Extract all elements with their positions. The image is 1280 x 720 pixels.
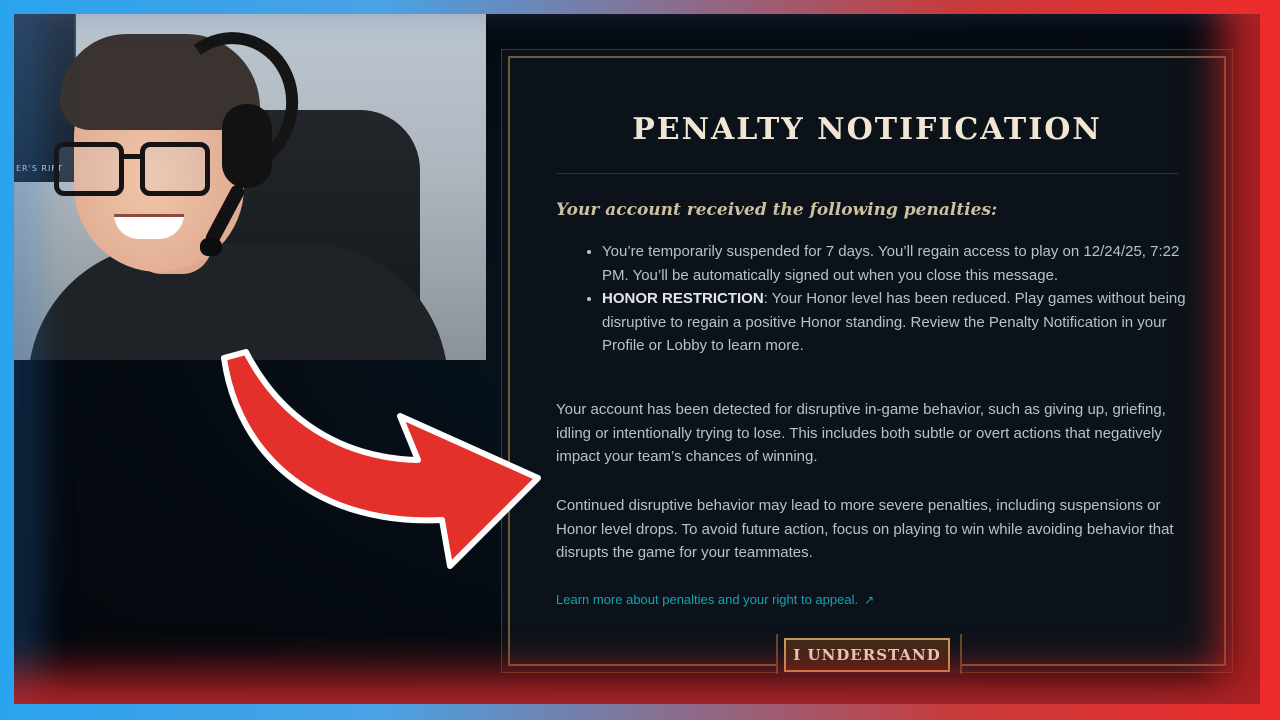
penalty-item-honor-restriction: HONOR RESTRICTION: Your Honor level has …	[602, 287, 1202, 358]
glasses-bridge	[122, 154, 144, 159]
penalty-notification-dialog: PENALTY NOTIFICATION Your account receiv…	[508, 56, 1226, 674]
appeal-info-link[interactable]: Learn more about penalties and your righ…	[556, 592, 874, 607]
red-arrow-icon	[221, 349, 541, 569]
penalty-item-suspension: You’re temporarily suspended for 7 days.…	[602, 240, 1202, 287]
glasses-left-lens	[54, 142, 124, 196]
title-divider	[556, 173, 1178, 174]
behavior-detection-paragraph: Your account has been detected for disru…	[556, 401, 1166, 465]
future-penalties-paragraph: Continued disruptive behavior may lead t…	[556, 497, 1174, 561]
penalty-list: You’re temporarily suspended for 7 days.…	[582, 240, 1202, 358]
external-link-icon: ↗	[864, 593, 875, 607]
i-understand-button[interactable]: I UNDERSTAND	[784, 638, 950, 672]
thumbnail-frame: ER'S RIFT PENALTY NOTIFICATION Your acco…	[14, 14, 1260, 704]
penalties-heading: Your account received the following pena…	[556, 200, 998, 220]
appeal-link-text: Learn more about penalties and your righ…	[556, 592, 859, 607]
penalty-text: You’re temporarily suspended for 7 days.…	[602, 243, 1180, 284]
headset-earcup	[222, 104, 272, 188]
button-frame: I UNDERSTAND	[776, 634, 962, 674]
webcam-feed: ER'S RIFT	[14, 14, 486, 360]
dialog-title: PENALTY NOTIFICATION	[632, 112, 1102, 147]
penalty-label: HONOR RESTRICTION	[602, 290, 764, 307]
headset-mic-icon	[200, 238, 222, 256]
